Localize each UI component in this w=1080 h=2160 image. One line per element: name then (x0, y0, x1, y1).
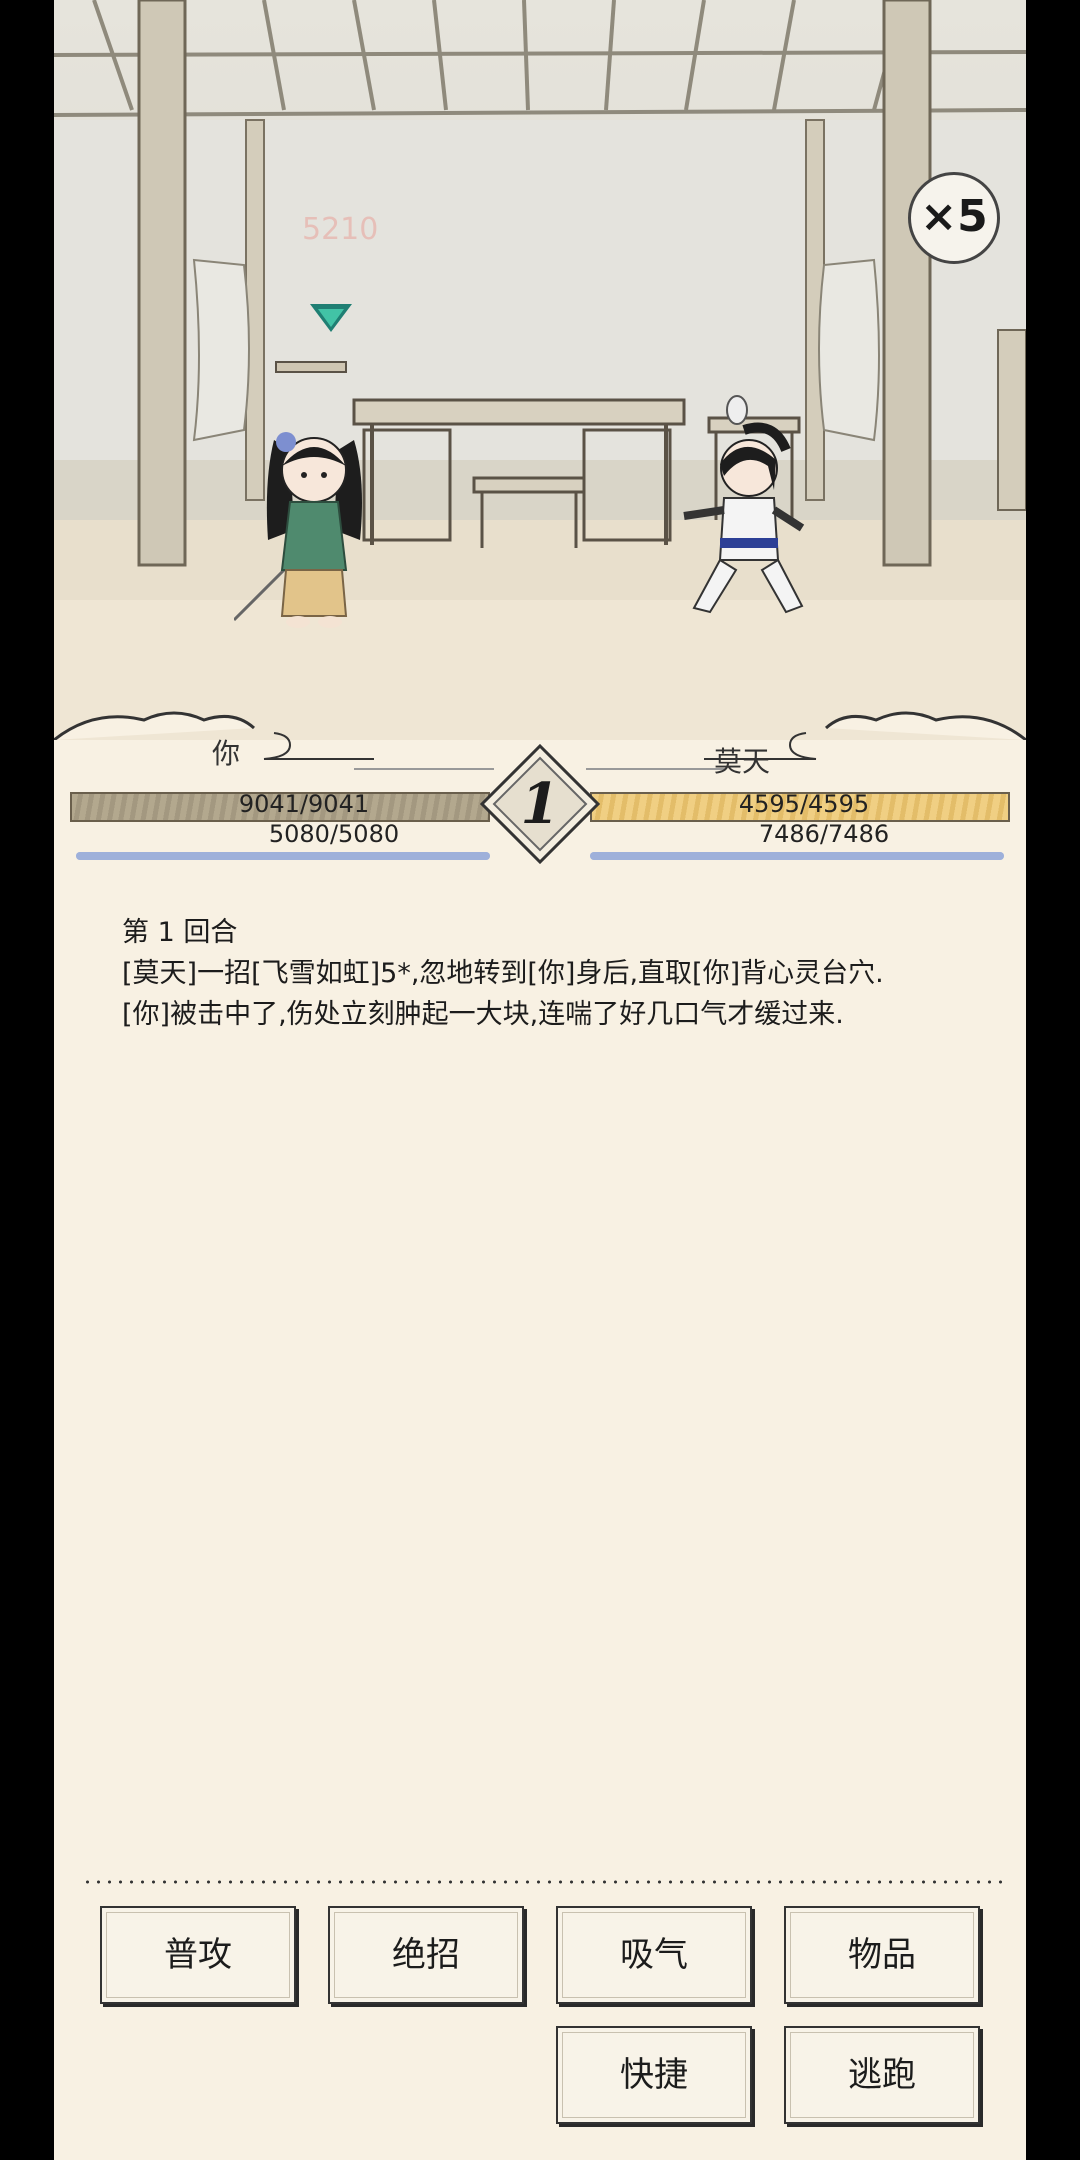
player-character (234, 432, 362, 628)
enemy-character (683, 422, 805, 614)
player-mp-bar (76, 852, 490, 860)
flee-button[interactable]: 逃跑 (784, 2026, 980, 2124)
game-screen: 5210 ×5 你 莫天 9041/9041 4595/4595 5080/50… (54, 0, 1026, 2160)
enemy-mp-bar (590, 852, 1004, 860)
attack-button[interactable]: 普攻 (100, 1906, 296, 2004)
log-line: [莫天]一招[飞雪如虹]5*,忽地转到[你]身后,直取[你]背心灵台穴. (122, 958, 884, 989)
log-line: 第 1 回合 (122, 917, 238, 948)
player-hp-text: 9041/9041 (238, 790, 370, 818)
player-mp-text: 5080/5080 (268, 820, 400, 848)
damage-number: 5210 (302, 212, 379, 247)
enemy-name: 莫天 (714, 745, 771, 778)
quick-button[interactable]: 快捷 (556, 2026, 752, 2124)
round-number: 1 (520, 771, 560, 837)
player-name: 你 (212, 737, 241, 770)
battle-log: 第 1 回合 [莫天]一招[飞雪如虹]5*,忽地转到[你]身后,直取[你]背心灵… (122, 912, 1002, 1035)
special-move-button[interactable]: 绝招 (328, 1906, 524, 2004)
enemy-mp-text: 7486/7486 (758, 820, 890, 848)
player-mp-fill (76, 852, 490, 860)
enemy-hp-text: 4595/4595 (738, 790, 870, 818)
round-indicator: 1 (479, 743, 601, 865)
target-marker-icon (310, 304, 352, 332)
items-button[interactable]: 物品 (784, 1906, 980, 2004)
log-line: [你]被击中了,伤处立刻肿起一大块,连喘了好几口气才缓过来. (122, 999, 844, 1030)
dotted-divider (82, 1880, 1002, 1884)
battle-scene: 5210 ×5 (54, 0, 1026, 740)
enemy-mp-fill (590, 852, 1004, 860)
speed-toggle-button[interactable]: ×5 (908, 172, 1000, 264)
breathe-button[interactable]: 吸气 (556, 1906, 752, 2004)
scene-background (54, 0, 1026, 740)
